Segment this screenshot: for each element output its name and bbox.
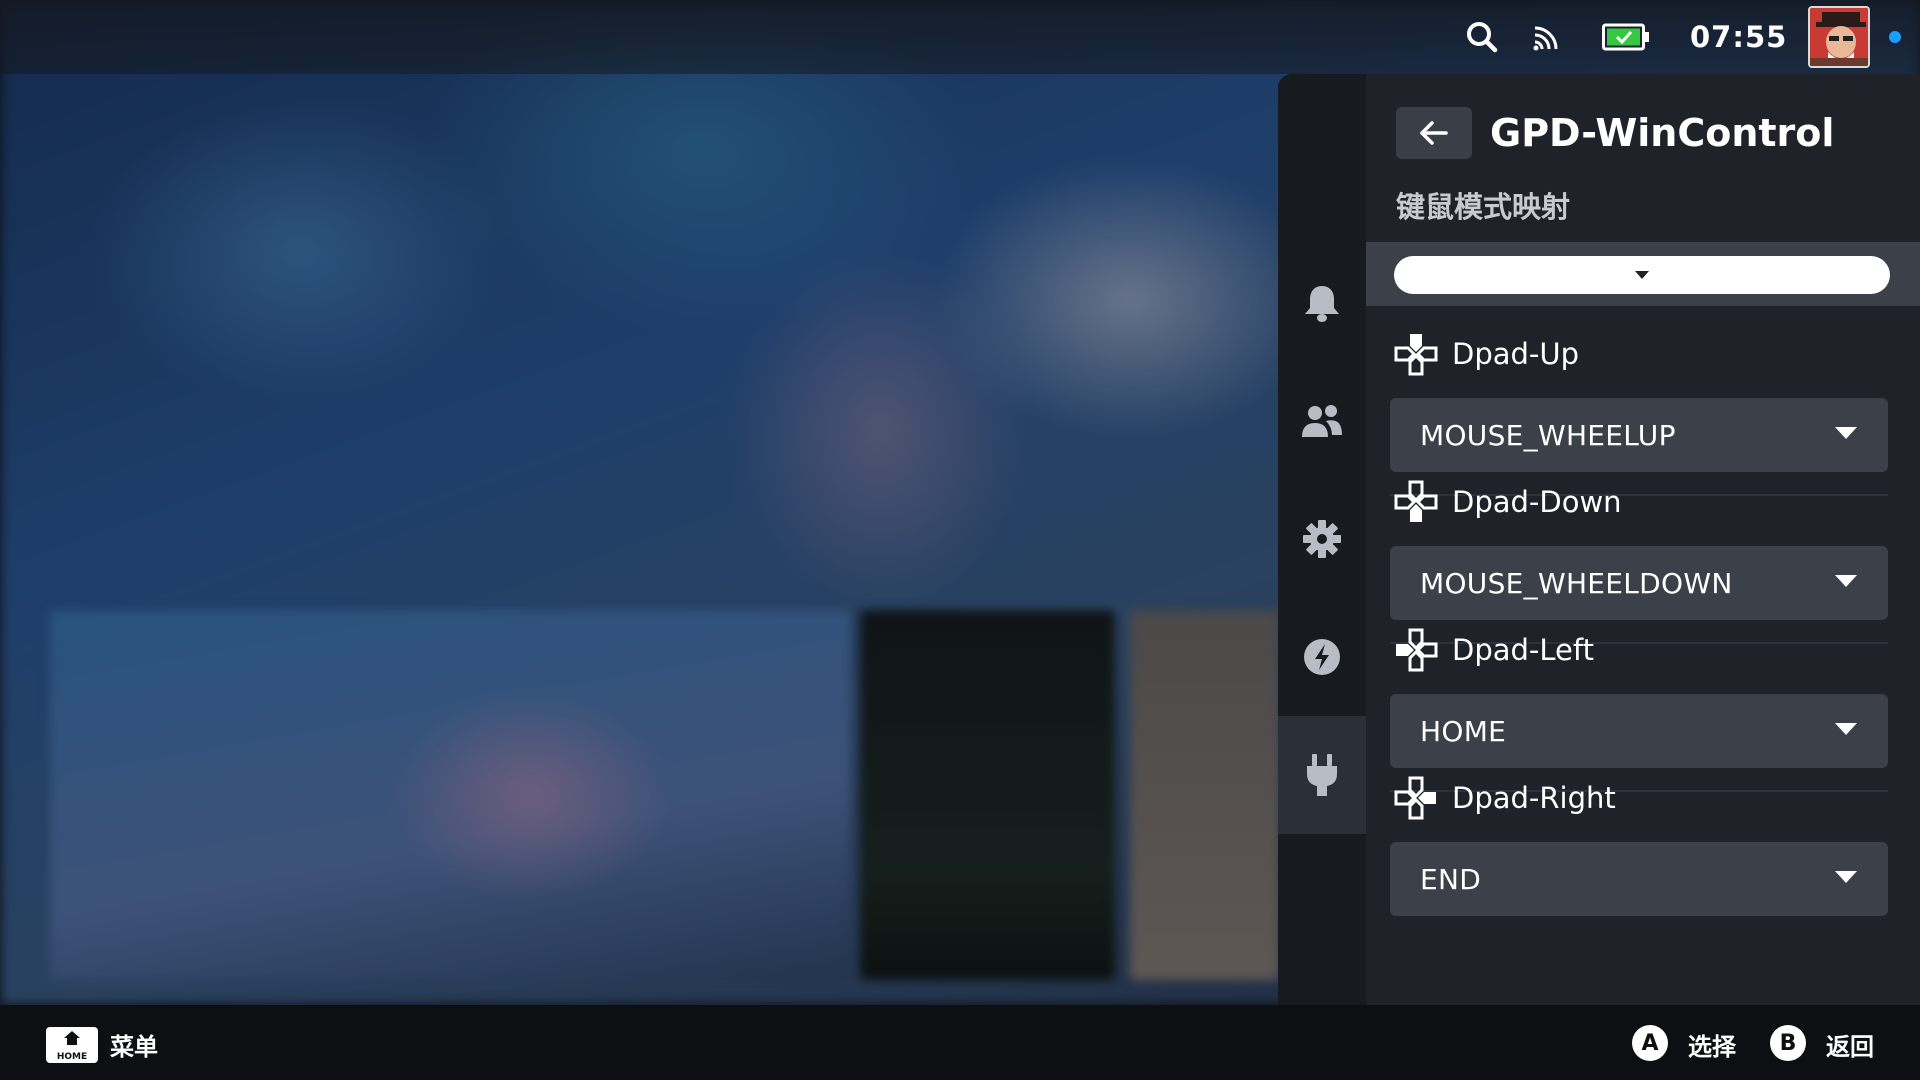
select-hint-label: 选择: [1688, 1033, 1736, 1061]
home-icon: [64, 1031, 80, 1045]
settings-tab[interactable]: [1278, 480, 1366, 598]
arrow-left-icon: [1420, 121, 1448, 145]
friends-icon: [1302, 405, 1342, 437]
mapping-label: Dpad-Left: [1452, 633, 1594, 667]
user-avatar[interactable]: [1808, 6, 1870, 68]
mapping-label: Dpad-Up: [1452, 337, 1580, 371]
caret-down-icon: [1835, 723, 1857, 735]
steam-deck-screen: 07:55 GPD-WinControl 键鼠模式映射 Dpad-Up MOUS…: [0, 0, 1920, 1080]
bell-icon: [1305, 286, 1339, 322]
notifications-tab[interactable]: [1278, 244, 1366, 362]
plugin-panel: GPD-WinControl 键鼠模式映射 Dpad-Up MOUSE_WHEE…: [1366, 74, 1920, 1006]
cast-icon[interactable]: [1532, 0, 1562, 74]
plugins-tab[interactable]: [1278, 716, 1366, 834]
plug-icon: [1307, 754, 1337, 796]
gear-icon: [1303, 520, 1341, 558]
a-button-glyph: A: [1632, 1025, 1668, 1061]
dpad-up-icon: [1394, 334, 1438, 376]
b-button-glyph: B: [1770, 1025, 1806, 1061]
mapping-value: END: [1420, 862, 1482, 896]
mapping-value: MOUSE_WHEELUP: [1420, 418, 1676, 452]
home-badge-label: HOME: [56, 1052, 88, 1062]
caret-down-icon: [1835, 871, 1857, 883]
quick-access-menu: GPD-WinControl 键鼠模式映射 Dpad-Up MOUSE_WHEE…: [1278, 74, 1920, 1006]
dpad-right-icon: [1394, 776, 1436, 820]
home-button-glyph: HOME: [46, 1027, 98, 1063]
mapping-dropdown[interactable]: MOUSE_WHEELDOWN: [1390, 546, 1888, 620]
top-status-bar: 07:55: [0, 0, 1920, 74]
clock: 07:55: [1690, 20, 1788, 54]
mapping-label: Dpad-Right: [1452, 781, 1616, 815]
mapping-value: MOUSE_WHEELDOWN: [1420, 566, 1733, 600]
dpad-left-icon: [1396, 628, 1438, 672]
performance-tab[interactable]: [1278, 598, 1366, 716]
online-status-dot: [1889, 31, 1901, 43]
mapping-dropdown[interactable]: MOUSE_WHEELUP: [1390, 398, 1888, 472]
caret-down-icon: [1835, 575, 1857, 587]
section-label: 键鼠模式映射: [1396, 190, 1571, 224]
dpad-down-icon: [1394, 480, 1438, 522]
quick-access-rail: [1278, 74, 1366, 1006]
battery-charging-icon: [1602, 0, 1650, 74]
search-icon[interactable]: [1466, 0, 1498, 74]
mapping-label: Dpad-Down: [1452, 485, 1622, 519]
caret-down-icon: [1635, 271, 1649, 279]
plugin-header: GPD-WinControl: [1366, 104, 1920, 162]
friends-tab[interactable]: [1278, 362, 1366, 480]
plugin-title: GPD-WinControl: [1490, 111, 1835, 155]
lightning-icon: [1304, 639, 1340, 675]
mapping-dropdown[interactable]: END: [1390, 842, 1888, 916]
mapping-dropdown[interactable]: HOME: [1390, 694, 1888, 768]
menu-hint-label: 菜单: [110, 1033, 158, 1061]
caret-down-icon: [1835, 427, 1857, 439]
back-hint-label: 返回: [1826, 1033, 1874, 1061]
mapping-value: HOME: [1420, 714, 1507, 748]
back-button[interactable]: [1396, 107, 1472, 159]
profile-dropdown[interactable]: [1394, 256, 1890, 294]
bottom-hint-bar: HOME 菜单 A 选择 B 返回: [0, 1005, 1920, 1080]
